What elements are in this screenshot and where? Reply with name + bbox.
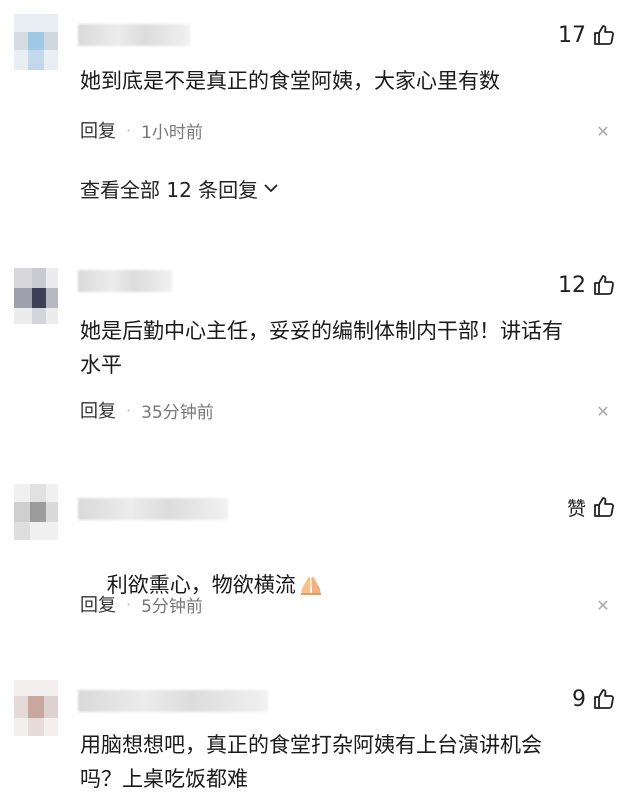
username-blurred[interactable] [78,498,228,520]
comment-item: 12 她是后勤中心主任，妥妥的编制体制内干部！讲话有 水平 回复 · 35分钟前… [0,240,640,470]
avatar[interactable] [14,268,58,324]
avatar[interactable] [14,484,58,540]
username-blurred[interactable] [78,24,190,46]
comment-text: 她是后勤中心主任，妥妥的编制体制内干部！讲话有 水平 [80,319,563,377]
view-all-replies-label: 查看全部 12 条回复 [80,177,259,202]
comment-item: 9 用脑想想吧，真正的食堂打杂阿姨有上台演讲机会 吗？上桌吃饭都难 [0,670,640,800]
avatar[interactable] [14,680,58,736]
like-button[interactable]: 12 [558,270,616,300]
comment-meta: 回复 · 35分钟前 [80,397,214,423]
thumbs-up-icon [594,497,614,517]
comment-meta: 回复 · 1小时前 [80,117,203,143]
like-count: 9 [572,686,586,712]
reply-button[interactable]: 回复 [80,591,116,617]
close-icon[interactable]: ✕ [596,598,610,614]
comment-text: 利欲熏心，物欲横流 [80,534,610,636]
like-count: 17 [558,22,586,48]
comment-meta: 回复 · 5分钟前 [80,591,203,617]
reply-button[interactable]: 回复 [80,397,116,423]
like-count: 12 [558,272,586,298]
thumbs-up-icon [594,275,614,295]
avatar[interactable] [14,14,58,70]
like-button[interactable]: 9 [572,684,616,714]
username-blurred[interactable] [78,690,268,712]
username-blurred[interactable] [78,270,172,292]
comment-item: 17 她到底是不是真正的食堂阿姨，大家心里有数 回复 · 1小时前 ✕ 查看全部… [0,0,640,240]
separator: · [126,400,132,420]
comment-item: 赞 利欲熏心，物欲横流 回复 · 5分钟前 ✕ [0,470,640,670]
like-button[interactable]: 17 [558,20,616,50]
like-label: 赞 [566,497,586,520]
close-icon[interactable]: ✕ [596,404,610,420]
chevron-down-icon [264,184,278,193]
comment-time: 1小时前 [141,122,203,143]
pray-hands-emoji [300,577,321,595]
reply-button[interactable]: 回复 [80,117,116,143]
view-all-replies-button[interactable]: 查看全部 12 条回复 [80,174,278,202]
thumbs-up-icon [594,25,614,45]
comment-time: 35分钟前 [141,402,214,423]
like-button[interactable]: 赞 [567,492,616,522]
separator: · [126,594,132,614]
close-icon[interactable]: ✕ [596,124,610,140]
comment-text: 她到底是不是真正的食堂阿姨，大家心里有数 [80,69,500,93]
comment-text: 用脑想想吧，真正的食堂打杂阿姨有上台演讲机会 吗？上桌吃饭都难 [80,733,542,791]
thumbs-up-icon [594,689,614,709]
separator: · [126,120,132,140]
comment-time: 5分钟前 [141,596,203,617]
